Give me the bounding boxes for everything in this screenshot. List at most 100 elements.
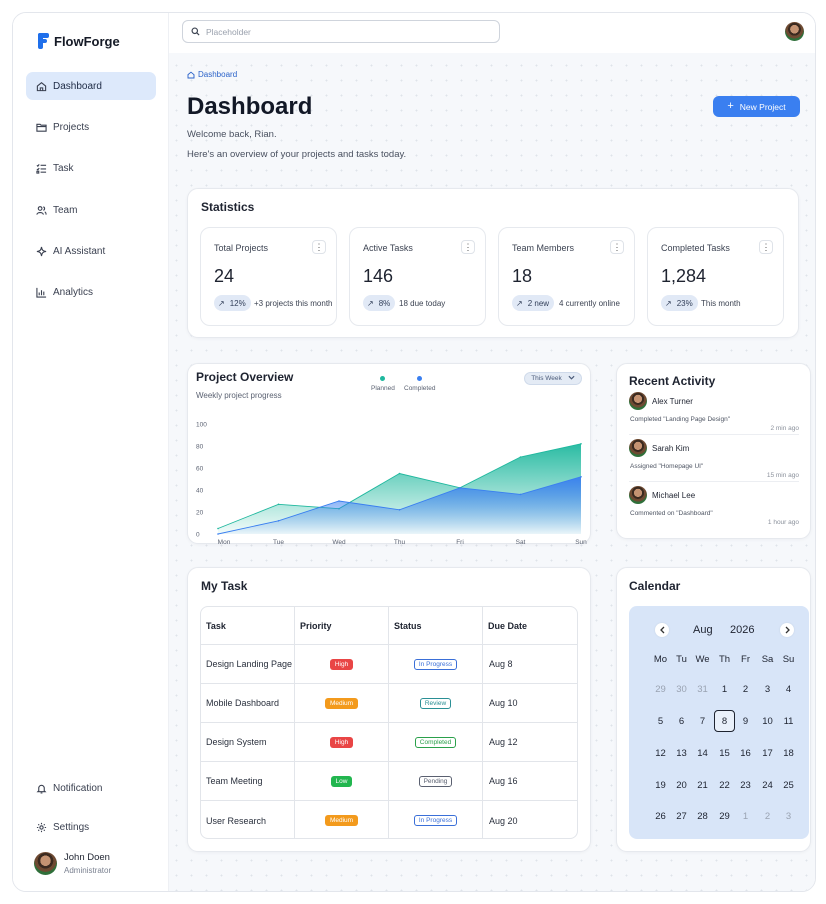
calendar-day[interactable]: 23 xyxy=(735,774,756,796)
activity-item[interactable]: Alex Turner Completed "Landing Page Desi… xyxy=(629,392,799,435)
point-completed xyxy=(459,487,461,489)
column-header[interactable]: Status xyxy=(389,607,483,644)
calendar-day[interactable]: 30 xyxy=(671,678,692,700)
sidebar-item-task[interactable]: Task xyxy=(26,154,156,182)
more-options-icon[interactable]: ⋮ xyxy=(461,240,475,254)
activity-item[interactable]: Sarah Kim Assigned "Homepage UI" 15 min … xyxy=(629,439,799,482)
calendar-day[interactable]: 13 xyxy=(671,742,692,764)
activity-user: Alex Turner xyxy=(652,396,693,406)
calendar-day[interactable]: 29 xyxy=(650,678,671,700)
activity-item[interactable]: Michael Lee Commented on "Dashboard" 1 h… xyxy=(629,486,799,526)
calendar-day[interactable]: 20 xyxy=(671,774,692,796)
chevron-right-icon xyxy=(785,626,790,634)
sidebar-item-settings[interactable]: Settings xyxy=(26,813,156,841)
calendar-year[interactable]: 2026 xyxy=(730,624,754,636)
calendar-day[interactable]: 9 xyxy=(735,710,756,732)
next-month-button[interactable] xyxy=(780,623,794,637)
column-header[interactable]: Task xyxy=(201,607,295,644)
column-header[interactable]: Priority xyxy=(295,607,389,644)
calendar-day[interactable]: 26 xyxy=(650,805,671,827)
app-name: FlowForge xyxy=(54,33,120,49)
calendar-day[interactable]: 31 xyxy=(692,678,713,700)
stat-change: 8% xyxy=(378,298,391,308)
calendar-day[interactable]: 17 xyxy=(757,742,778,764)
calendar-day[interactable]: 24 xyxy=(757,774,778,796)
calendar-day[interactable]: 5 xyxy=(650,710,671,732)
y-tick-label: 80 xyxy=(196,444,204,451)
calendar-month[interactable]: Aug xyxy=(693,624,713,636)
table-header-row: Task Priority Status Due Date xyxy=(201,607,577,645)
calendar-day[interactable]: 2 xyxy=(735,678,756,700)
calendar-day[interactable]: 1 xyxy=(714,678,735,700)
trend-up-icon: ↗ xyxy=(665,298,672,308)
point-completed xyxy=(217,533,219,535)
sidebar-item-ai-assistant[interactable]: AI Assistant xyxy=(26,237,156,265)
logo[interactable]: FlowForge xyxy=(38,33,120,49)
activity-description: Commented on "Dashboard" xyxy=(630,510,713,517)
recent-activity-title: Recent Activity xyxy=(629,374,716,388)
calendar-day[interactable]: 7 xyxy=(692,710,713,732)
sidebar-item-label: Team xyxy=(53,204,78,216)
calendar-day[interactable]: 19 xyxy=(650,774,671,796)
sidebar-item-dashboard[interactable]: Dashboard xyxy=(26,72,156,100)
priority-cell: Medium xyxy=(295,684,389,722)
sidebar-item-projects[interactable]: Projects xyxy=(26,113,156,141)
calendar-day[interactable]: 28 xyxy=(692,805,713,827)
search-input[interactable] xyxy=(206,26,486,37)
sidebar-item-team[interactable]: Team xyxy=(26,196,156,224)
trend-up-icon: ↗ xyxy=(516,298,523,308)
calendar-day[interactable]: 29 xyxy=(714,805,735,827)
new-project-button[interactable]: + New Project xyxy=(713,96,800,117)
sidebar-item-label: Notification xyxy=(53,782,103,794)
calendar-day[interactable]: 11 xyxy=(778,710,799,732)
task-name: Mobile Dashboard xyxy=(201,684,295,722)
table-row[interactable]: Design System High Completed Aug 12 xyxy=(201,723,577,762)
breadcrumb[interactable]: Dashboard xyxy=(187,70,237,79)
table-row[interactable]: Design Landing Page High In Progress Aug 8 xyxy=(201,645,577,684)
calendar-day[interactable]: 10 xyxy=(757,710,778,732)
column-header[interactable]: Due Date xyxy=(483,607,577,644)
calendar-day[interactable]: 2 xyxy=(757,805,778,827)
more-options-icon[interactable]: ⋮ xyxy=(759,240,773,254)
calendar-day[interactable]: 14 xyxy=(692,742,713,764)
calendar-day[interactable]: 12 xyxy=(650,742,671,764)
sidebar-item-analytics[interactable]: Analytics xyxy=(26,278,156,306)
calendar-day[interactable]: 27 xyxy=(671,805,692,827)
point-planned xyxy=(277,503,280,506)
table-row[interactable]: Mobile Dashboard Medium Review Aug 10 xyxy=(201,684,577,723)
status-badge: In Progress xyxy=(413,815,458,826)
folder-icon xyxy=(35,121,47,133)
more-options-icon[interactable]: ⋮ xyxy=(312,240,326,254)
calendar-day[interactable]: 18 xyxy=(778,742,799,764)
due-date: Aug 10 xyxy=(489,698,518,708)
avatar[interactable] xyxy=(785,22,804,41)
calendar-day[interactable]: 25 xyxy=(778,774,799,796)
task-table: Task Priority Status Due Date Design Landing… xyxy=(200,606,578,839)
calendar-day[interactable]: 16 xyxy=(735,742,756,764)
more-options-icon[interactable]: ⋮ xyxy=(610,240,624,254)
activity-time: 15 min ago xyxy=(766,472,799,479)
table-row[interactable]: User Research Medium In Progress Aug 20 xyxy=(201,801,577,838)
sidebar-item-notification[interactable]: Notification xyxy=(26,774,156,802)
calendar-day[interactable]: 1 xyxy=(735,805,756,827)
user-profile[interactable]: John Doen Administrator xyxy=(34,852,111,875)
stat-value: 24 xyxy=(214,266,235,286)
calendar-day[interactable]: 15 xyxy=(714,742,735,764)
calendar-day[interactable]: 3 xyxy=(757,678,778,700)
sidebar-item-label: Settings xyxy=(53,821,90,833)
calendar-day[interactable]: 8 xyxy=(714,710,735,732)
calendar-day[interactable]: 6 xyxy=(671,710,692,732)
calendar-day[interactable]: 4 xyxy=(778,678,799,700)
trend-up-icon: ↗ xyxy=(218,298,225,308)
priority-cell: High xyxy=(295,645,389,683)
activity-description: Completed "Landing Page Design" xyxy=(630,416,731,423)
prev-month-button[interactable] xyxy=(655,623,669,637)
table-row[interactable]: Team Meeting Low Pending Aug 16 xyxy=(201,762,577,801)
calendar-day[interactable]: 21 xyxy=(692,774,713,796)
project-overview-chart: 0 20 40 60 80 100 Mon Tue Wed Thu Fri Sat Sun xyxy=(196,422,587,546)
x-tick-label: Sun xyxy=(575,539,587,545)
calendar-day[interactable]: 3 xyxy=(778,805,799,827)
calendar-day[interactable]: 22 xyxy=(714,774,735,796)
status-badge: Pending xyxy=(418,775,453,787)
stat-change-badge: ↗ 12% xyxy=(214,295,251,311)
